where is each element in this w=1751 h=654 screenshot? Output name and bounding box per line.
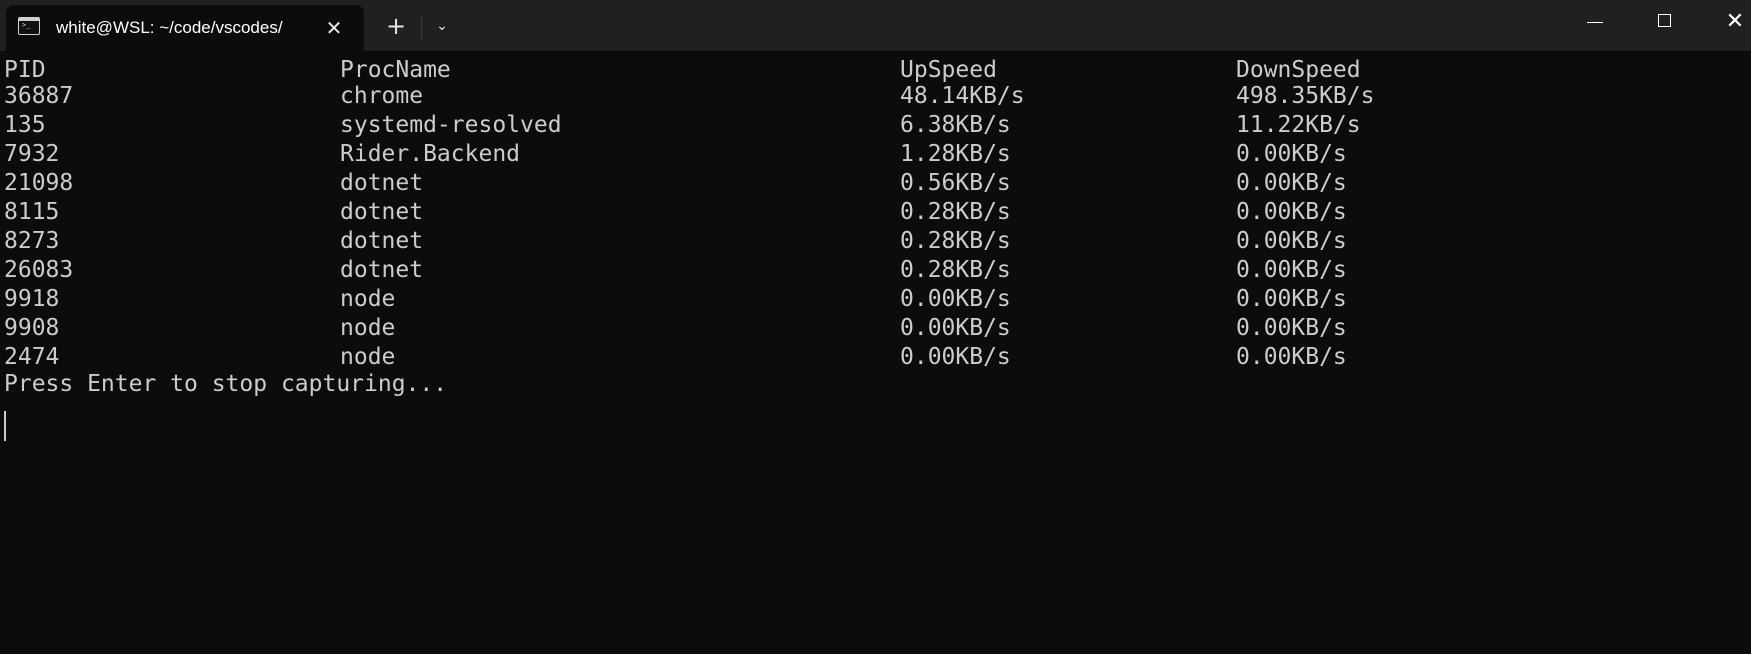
row-procname: Rider.Backend [340,141,521,167]
row-pid: 8273 [4,228,60,254]
row-procname: node [340,286,396,312]
table-row: 21098 dotnet 0.56KB/s 0.00KB/s [4,169,1347,198]
row-pid: 26083 [4,257,74,283]
row-procname: dotnet [340,257,424,283]
chevron-down-icon[interactable]: ⌄ [424,9,460,43]
table-row: 36887 chrome 48.14KB/s 498.35KB/s [4,82,1374,111]
minimize-icon [1587,22,1603,23]
row-upspeed: 0.00KB/s [900,344,1011,370]
table-row: 8273 dotnet 0.28KB/s 0.00KB/s [4,227,1347,256]
table-row: 135 systemd-resolved 6.38KB/s 11.22KB/s [4,111,1361,140]
row-downspeed: 0.00KB/s [1236,228,1347,254]
row-procname: dotnet [340,228,424,254]
title-bar[interactable]: >_ white@WSL: ~/code/vscodes/ ✕ + ⌄ ✕ [0,0,1751,51]
row-pid: 7932 [4,141,60,167]
row-upspeed: 6.38KB/s [900,112,1011,138]
row-pid: 8115 [4,199,60,225]
close-window-button[interactable]: ✕ [1700,0,1751,44]
header-downspeed: DownSpeed [1236,57,1361,83]
terminal-icon: >_ [18,17,40,35]
minimize-button[interactable] [1560,0,1630,44]
row-downspeed: 0.00KB/s [1236,199,1347,225]
new-tab-button[interactable]: + [378,9,414,43]
row-pid: 21098 [4,170,74,196]
prompt-message: Press Enter to stop capturing... [4,371,448,397]
row-upspeed: 48.14KB/s [900,83,1025,109]
table-row: 8115 dotnet 0.28KB/s 0.00KB/s [4,198,1347,227]
table-row: 7932 Rider.Backend 1.28KB/s 0.00KB/s [4,140,1347,169]
row-downspeed: 0.00KB/s [1236,344,1347,370]
row-procname: node [340,315,396,341]
row-downspeed: 0.00KB/s [1236,141,1347,167]
header-pid: PID [4,57,46,83]
row-procname: systemd-resolved [340,112,562,138]
row-downspeed: 0.00KB/s [1236,257,1347,283]
row-upspeed: 0.00KB/s [900,286,1011,312]
tab-divider [421,15,422,41]
row-procname: dotnet [340,170,424,196]
maximize-icon [1658,14,1671,27]
row-downspeed: 498.35KB/s [1236,83,1375,109]
row-procname: node [340,344,396,370]
row-downspeed: 0.00KB/s [1236,286,1347,312]
text-cursor[interactable] [4,411,6,441]
terminal-window: >_ white@WSL: ~/code/vscodes/ ✕ + ⌄ ✕ PI… [0,0,1751,654]
row-pid: 9908 [4,315,60,341]
table-header: PID ProcName UpSpeed DownSpeed [4,56,1361,85]
header-upspeed: UpSpeed [900,57,997,83]
row-procname: dotnet [340,199,424,225]
close-tab-icon[interactable]: ✕ [320,14,348,42]
row-upspeed: 0.28KB/s [900,257,1011,283]
header-procname: ProcName [340,57,451,83]
row-pid: 135 [4,112,46,138]
row-upspeed: 0.56KB/s [900,170,1011,196]
row-upspeed: 1.28KB/s [900,141,1011,167]
table-row: 26083 dotnet 0.28KB/s 0.00KB/s [4,256,1347,285]
row-downspeed: 0.00KB/s [1236,170,1347,196]
terminal-output[interactable]: PID ProcName UpSpeed DownSpeed 36887 chr… [0,51,1751,654]
row-downspeed: 11.22KB/s [1236,112,1361,138]
row-downspeed: 0.00KB/s [1236,315,1347,341]
row-pid: 36887 [4,83,74,109]
row-upspeed: 0.28KB/s [900,199,1011,225]
terminal-tab[interactable]: >_ white@WSL: ~/code/vscodes/ ✕ [6,5,364,51]
table-row: 2474 node 0.00KB/s 0.00KB/s [4,343,1347,372]
row-upspeed: 0.00KB/s [900,315,1011,341]
tab-title: white@WSL: ~/code/vscodes/ [56,18,283,37]
table-row: 9918 node 0.00KB/s 0.00KB/s [4,285,1347,314]
row-procname: chrome [340,83,424,109]
table-row: 9908 node 0.00KB/s 0.00KB/s [4,314,1347,343]
maximize-button[interactable] [1630,0,1700,44]
row-pid: 2474 [4,344,60,370]
row-pid: 9918 [4,286,60,312]
row-upspeed: 0.28KB/s [900,228,1011,254]
